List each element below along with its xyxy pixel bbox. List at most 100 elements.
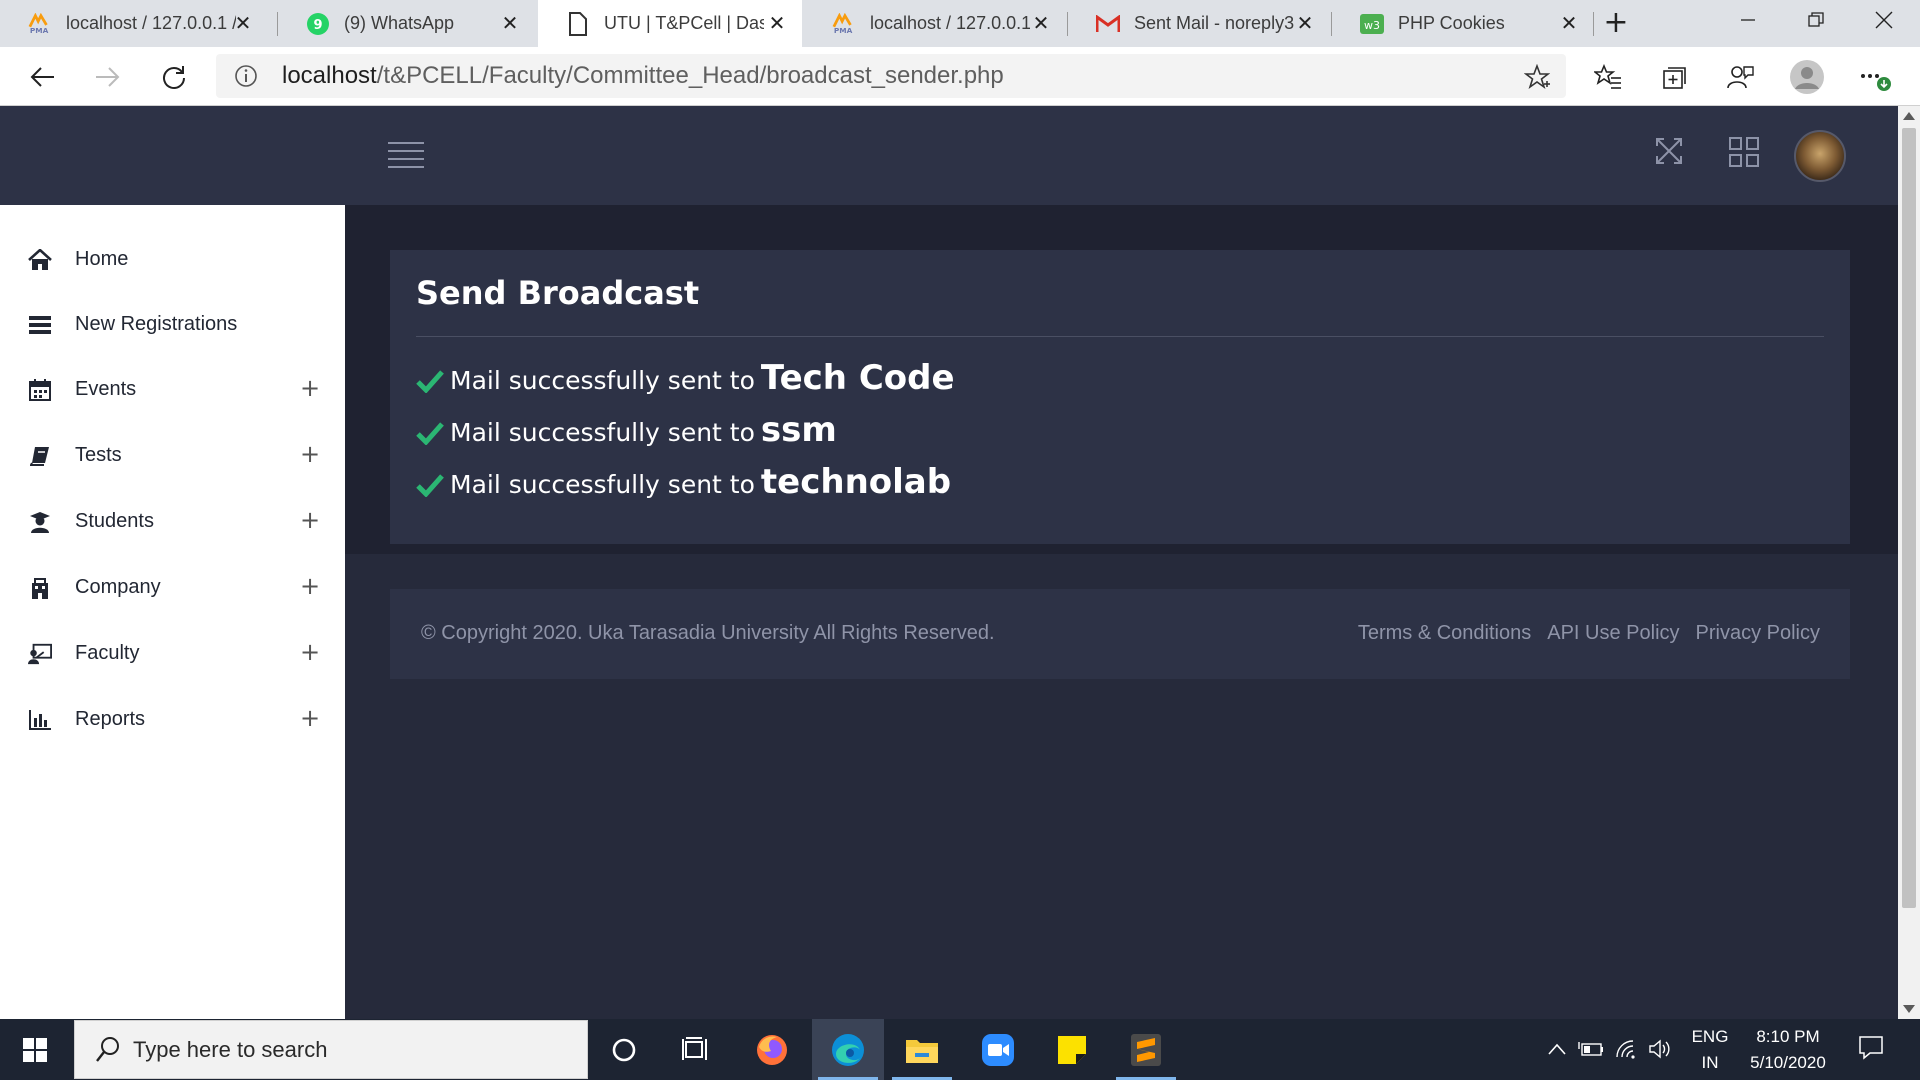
input-language[interactable]: ENG (1690, 1027, 1730, 1047)
url-path: /t&PCELL/Faculty/Committee_Head/broadcas… (376, 62, 1004, 89)
profile-avatar-icon[interactable] (1789, 59, 1825, 95)
close-window-button[interactable] (1851, 0, 1917, 40)
url-host: localhost (282, 62, 377, 89)
sidebar-item-company[interactable]: Company + (0, 563, 345, 613)
close-icon[interactable]: ✕ (1558, 12, 1580, 34)
taskbar-search-input[interactable]: Type here to search (74, 1020, 588, 1079)
close-icon[interactable]: ✕ (766, 12, 788, 34)
windows-start-button[interactable] (0, 1019, 70, 1080)
svg-text:9: 9 (313, 18, 322, 33)
page-icon (566, 11, 590, 36)
book-icon (28, 444, 52, 468)
close-icon[interactable]: ✕ (499, 12, 521, 34)
scroll-down-icon[interactable] (1903, 1005, 1915, 1013)
notification-center-icon[interactable] (1858, 1035, 1884, 1060)
close-icon[interactable]: ✕ (232, 12, 254, 34)
info-icon[interactable] (234, 64, 258, 88)
list-icon (28, 313, 52, 337)
app-header (0, 106, 1898, 205)
close-icon[interactable]: ✕ (1030, 12, 1052, 34)
sublime-text-icon (1131, 1033, 1161, 1066)
tab-whatsapp[interactable]: 9 (9) WhatsApp ✕ (278, 0, 535, 47)
apps-grid-icon[interactable] (1728, 136, 1764, 172)
tab-title: localhost / 127.0.0.1 / t (66, 13, 236, 33)
message-recipient: ssm (760, 410, 837, 450)
home-icon (28, 248, 52, 272)
address-bar[interactable]: localhost/t&PCELL/Faculty/Committee_Head… (216, 54, 1566, 98)
page-scrollbar[interactable] (1898, 106, 1920, 1019)
tab-title: Sent Mail - noreply3 (1134, 13, 1294, 33)
expand-plus-icon[interactable]: + (300, 640, 320, 664)
windows-taskbar: Type here to search ENG IN 8:10 PM 5/10/… (0, 1019, 1920, 1080)
scroll-up-icon[interactable] (1903, 112, 1915, 120)
taskbar-sublime-text[interactable] (1110, 1019, 1182, 1080)
expand-plus-icon[interactable]: + (300, 376, 320, 400)
clock-time[interactable]: 8:10 PM (1740, 1027, 1836, 1047)
close-icon[interactable]: ✕ (1294, 12, 1316, 34)
hamburger-menu-icon[interactable] (388, 142, 424, 170)
expand-plus-icon[interactable]: + (300, 574, 320, 598)
privacy-policy-link[interactable]: Privacy Policy (1696, 622, 1820, 645)
expand-plus-icon[interactable]: + (300, 442, 320, 466)
sidebar-item-reports[interactable]: Reports + (0, 695, 345, 745)
cortana-button[interactable] (588, 1019, 660, 1080)
forward-button[interactable] (90, 59, 126, 95)
tab-phpmyadmin-1[interactable]: PMA localhost / 127.0.0.1 / t ✕ (0, 0, 268, 47)
new-tab-button[interactable]: + (1600, 8, 1632, 40)
svg-text:PMA: PMA (30, 26, 49, 35)
user-avatar[interactable] (1794, 130, 1846, 182)
message-text: Mail successfully sent to (450, 418, 755, 447)
restore-button[interactable] (1783, 0, 1849, 40)
favorite-star-icon[interactable] (1523, 63, 1551, 94)
svg-text:PMA: PMA (834, 26, 853, 35)
sidebar-item-faculty[interactable]: Faculty + (0, 629, 345, 679)
menu-more-icon[interactable] (1856, 59, 1892, 95)
taskbar-edge-active[interactable] (812, 1019, 884, 1080)
sidebar-item-home[interactable]: Home (0, 235, 345, 285)
check-icon (416, 370, 444, 393)
favorites-icon[interactable] (1590, 59, 1626, 95)
feedback-icon[interactable] (1722, 59, 1758, 95)
input-region[interactable]: IN (1690, 1053, 1730, 1073)
message-recipient: technolab (760, 462, 952, 502)
expand-plus-icon[interactable]: + (300, 706, 320, 730)
show-hidden-icons-chevron-icon[interactable] (1544, 1037, 1570, 1061)
sidebar-item-students[interactable]: Students + (0, 497, 345, 547)
page-footer: © Copyright 2020. Uka Tarasadia Universi… (390, 589, 1850, 679)
expand-plus-icon[interactable]: + (300, 508, 320, 532)
gmail-icon (1096, 12, 1120, 36)
tab-title: UTU | T&PCell | Dashboard (604, 13, 764, 33)
terms-link[interactable]: Terms & Conditions (1358, 622, 1531, 645)
clock-date[interactable]: 5/10/2020 (1740, 1053, 1836, 1073)
url-text: localhost/t&PCELL/Faculty/Committee_Head… (282, 62, 1004, 90)
taskbar-file-explorer[interactable] (886, 1019, 958, 1080)
sidebar-item-tests[interactable]: Tests + (0, 431, 345, 481)
task-view-button[interactable] (660, 1019, 732, 1080)
copyright-text: © Copyright 2020. Uka Tarasadia Universi… (421, 622, 995, 644)
volume-icon[interactable] (1648, 1037, 1674, 1061)
tab-phpmyadmin-2[interactable]: PMA localhost / 127.0.0.1 / t ✕ (804, 0, 1066, 47)
api-policy-link[interactable]: API Use Policy (1547, 622, 1679, 645)
refresh-button[interactable] (156, 59, 192, 95)
sidebar-item-label: New Registrations (75, 313, 238, 335)
taskbar-firefox[interactable] (736, 1019, 808, 1080)
sidebar-item-events[interactable]: Events + (0, 365, 345, 415)
tab-gmail-sent[interactable]: Sent Mail - noreply3 ✕ (1068, 0, 1330, 47)
task-view-icon (682, 1036, 707, 1060)
tab-title: localhost / 127.0.0.1 / t (870, 13, 1030, 33)
tab-dashboard-active[interactable]: UTU | T&PCell | Dashboard ✕ (538, 0, 802, 47)
back-button[interactable] (24, 59, 60, 95)
scrollbar-thumb[interactable] (1902, 128, 1916, 908)
browser-tab-strip: PMA localhost / 127.0.0.1 / t ✕ 9 (9) Wh… (0, 0, 1920, 47)
minimize-button[interactable] (1715, 0, 1781, 40)
taskbar-sticky-notes[interactable] (1036, 1019, 1108, 1080)
taskbar-zoom[interactable] (962, 1019, 1034, 1080)
collections-icon[interactable] (1656, 59, 1692, 95)
fullscreen-icon[interactable] (1654, 136, 1690, 172)
search-icon (96, 1037, 119, 1062)
wifi-icon[interactable] (1614, 1037, 1640, 1061)
battery-icon[interactable] (1578, 1037, 1604, 1061)
tab-php-cookies[interactable]: w3 PHP Cookies ✕ (1332, 0, 1594, 47)
success-message: Mail successfully sent to ssm (416, 410, 837, 456)
sidebar-item-new-registrations[interactable]: New Registrations (0, 300, 345, 350)
